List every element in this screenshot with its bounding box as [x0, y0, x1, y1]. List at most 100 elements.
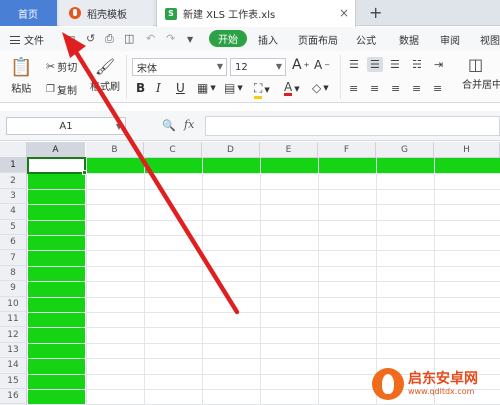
- format-painter-button[interactable]: 🖌 格式刷: [90, 57, 120, 93]
- cell-style-icon: ▤: [224, 81, 236, 95]
- row-gridline: [27, 358, 500, 360]
- menu-tab-insert[interactable]: 插入: [258, 32, 278, 47]
- column-header-g[interactable]: G: [376, 142, 434, 158]
- merge-center-button[interactable]: ◫ 合并居中: [462, 55, 500, 91]
- shrink-font-button[interactable]: A −: [314, 58, 330, 72]
- paste-icon: 📋: [10, 57, 33, 78]
- customize-dropdown-icon[interactable]: ▼: [187, 35, 193, 44]
- column-header-h[interactable]: H: [434, 142, 500, 158]
- row-header-14[interactable]: 14: [0, 358, 27, 374]
- watermark: 启东安卓网 www.qdltdx.com: [372, 366, 498, 402]
- tab-template-label: 稻壳模板: [87, 9, 127, 21]
- justify-button[interactable]: ≡: [412, 82, 421, 95]
- print-preview-icon[interactable]: ◫: [124, 32, 134, 45]
- menu-tab-formulas[interactable]: 公式: [356, 32, 376, 47]
- font-name-value: 宋体: [137, 63, 157, 75]
- indent-icon: ⇥: [434, 58, 444, 71]
- italic-button[interactable]: I: [156, 81, 161, 95]
- underline-button[interactable]: U: [176, 81, 185, 95]
- column-header-d[interactable]: D: [202, 142, 260, 158]
- tab-document[interactable]: S 新建 XLS 工作表.xls ×: [156, 0, 356, 27]
- distributed-button[interactable]: ≡: [433, 82, 442, 95]
- active-cell-a1[interactable]: [27, 157, 86, 174]
- tab-template[interactable]: 稻壳模板: [59, 0, 153, 26]
- column-header-b[interactable]: B: [86, 142, 144, 158]
- tab-home[interactable]: 首页: [0, 0, 57, 26]
- undo-icon[interactable]: ↶: [146, 32, 155, 45]
- row-header-12[interactable]: 12: [0, 327, 27, 343]
- select-all-corner[interactable]: [0, 142, 27, 158]
- align-bottom-button[interactable]: ☰: [390, 58, 400, 71]
- column-header-f[interactable]: F: [318, 142, 376, 158]
- export-icon[interactable]: ↺: [86, 32, 95, 45]
- merge-center-label: 合并居中: [462, 80, 500, 91]
- menu-tab-view[interactable]: 视图: [480, 32, 500, 47]
- align-left-button[interactable]: ≡: [349, 82, 358, 95]
- name-box[interactable]: A1 ▼: [6, 117, 126, 135]
- row-header-9[interactable]: 9: [0, 281, 27, 297]
- clear-button[interactable]: ◇ ▼: [312, 81, 329, 95]
- font-size-select[interactable]: 12 ▼: [230, 58, 286, 76]
- close-tab-icon[interactable]: ×: [339, 6, 349, 20]
- new-tab-button[interactable]: +: [369, 3, 382, 22]
- align-right-button[interactable]: ≡: [391, 82, 400, 95]
- indent-button[interactable]: ⇥: [434, 58, 443, 71]
- orientation-button[interactable]: ☵: [412, 58, 422, 71]
- row-header-5[interactable]: 5: [0, 219, 27, 235]
- column-header-c[interactable]: C: [144, 142, 202, 158]
- brush-icon: 🖌: [94, 57, 116, 76]
- row-header-2[interactable]: 2: [0, 173, 27, 189]
- distributed-icon: ≡: [433, 82, 443, 95]
- column-header-e[interactable]: E: [260, 142, 318, 158]
- align-middle-button[interactable]: ☰: [367, 57, 383, 72]
- ribbon-toolbar: 📋 粘贴 ✂ 剪切 ❐ 复制 🖌 格式刷 宋体 ▼ 12 ▼ A + A − B I…: [0, 51, 500, 103]
- fill-color-button[interactable]: ⛶ ▼: [254, 81, 270, 99]
- grow-font-button[interactable]: A +: [292, 57, 309, 73]
- paste-button[interactable]: 📋 粘贴: [10, 57, 32, 95]
- menu-tab-start[interactable]: 开始: [209, 30, 247, 47]
- row-header-11[interactable]: 11: [0, 312, 27, 328]
- shrink-font-label: A: [314, 58, 323, 72]
- fill-handle[interactable]: [82, 170, 87, 175]
- align-top-button[interactable]: ☰: [349, 58, 359, 71]
- cell-style-button[interactable]: ▤ ▼: [224, 81, 243, 95]
- row-header-4[interactable]: 4: [0, 204, 27, 220]
- tab-home-label: 首页: [18, 9, 38, 21]
- row-header-13[interactable]: 13: [0, 342, 27, 359]
- formula-input[interactable]: [205, 116, 500, 136]
- print-icon[interactable]: ⎙: [105, 32, 114, 46]
- border-icon: ▦: [197, 81, 209, 95]
- row-header-8[interactable]: 8: [0, 265, 27, 282]
- row-header-10[interactable]: 10: [0, 296, 27, 312]
- menu-tab-review[interactable]: 审阅: [440, 32, 460, 47]
- insert-function-button[interactable]: fx: [184, 118, 194, 131]
- formula-bar: A1 ▼ 🔍 fx: [0, 111, 500, 141]
- align-center-button[interactable]: ≡: [370, 82, 379, 95]
- redo-icon[interactable]: ↷: [166, 32, 175, 45]
- row-header-1[interactable]: 1: [0, 158, 27, 174]
- font-color-button[interactable]: A ▼: [284, 81, 300, 96]
- bold-button[interactable]: B: [136, 81, 145, 95]
- row-header-3[interactable]: 3: [0, 188, 27, 205]
- font-size-value: 12: [235, 61, 248, 73]
- row-gridline: [27, 204, 500, 206]
- row-header-16[interactable]: 16: [0, 389, 27, 405]
- row-header-7[interactable]: 7: [0, 250, 27, 266]
- menu-tab-data[interactable]: 数据: [399, 32, 419, 47]
- scissors-icon: ✂: [46, 60, 56, 73]
- align-right-icon: ≡: [391, 82, 401, 95]
- column-header-a[interactable]: A: [27, 142, 85, 158]
- cut-button[interactable]: ✂ 剪切: [46, 59, 77, 74]
- menu-tab-page-layout[interactable]: 页面布局: [298, 32, 338, 47]
- file-menu-button[interactable]: 文件: [10, 32, 44, 47]
- row-header-15[interactable]: 15: [0, 373, 27, 389]
- ribbon-separator: [126, 55, 127, 99]
- watermark-name: 启东安卓网: [408, 371, 478, 388]
- copy-button[interactable]: ❐ 复制: [46, 82, 77, 97]
- border-button[interactable]: ▦ ▼: [197, 81, 216, 95]
- save-icon[interactable]: 🖫: [66, 32, 75, 51]
- font-name-select[interactable]: 宋体 ▼: [132, 58, 227, 76]
- row-header-6[interactable]: 6: [0, 235, 27, 251]
- bold-label: B: [136, 81, 146, 95]
- zoom-formula-icon[interactable]: 🔍: [162, 119, 176, 132]
